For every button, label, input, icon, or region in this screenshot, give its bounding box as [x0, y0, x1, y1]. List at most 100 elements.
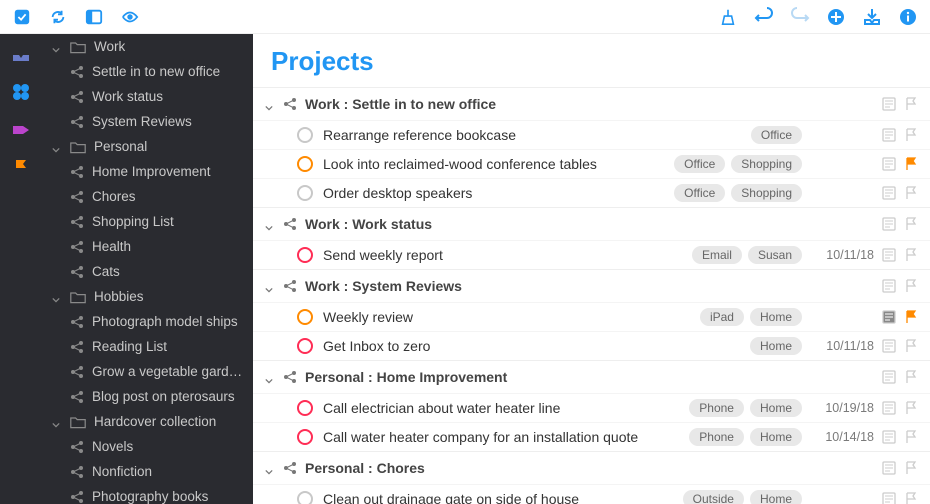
chevron-down-icon[interactable] — [52, 42, 62, 52]
sidebar-project[interactable]: System Reviews — [42, 109, 253, 134]
flag-icon[interactable] — [904, 248, 918, 262]
sidebar-project[interactable]: Chores — [42, 184, 253, 209]
chevron-down-icon[interactable] — [52, 292, 62, 302]
perspective-projects-icon[interactable] — [11, 82, 31, 102]
task-row[interactable]: Look into reclaimed-wood conference tabl… — [253, 149, 930, 178]
sidebar-project[interactable]: Health — [42, 234, 253, 259]
sidebar-project[interactable]: Home Improvement — [42, 159, 253, 184]
redo-icon[interactable] — [790, 7, 810, 27]
note-icon[interactable] — [882, 339, 896, 353]
flag-icon[interactable] — [904, 186, 918, 200]
tag-pill[interactable]: Email — [692, 246, 742, 264]
tag-pill[interactable]: Office — [674, 184, 725, 202]
tag-pill[interactable]: Home — [750, 490, 802, 504]
flag-icon[interactable] — [904, 492, 918, 504]
note-icon[interactable] — [882, 128, 896, 142]
cleanup-icon[interactable] — [718, 7, 738, 27]
task-row[interactable]: Call water heater company for an install… — [253, 422, 930, 451]
note-icon[interactable] — [882, 97, 896, 111]
group-header[interactable]: Work : System Reviews — [253, 270, 930, 302]
tag-pill[interactable]: Home — [750, 308, 802, 326]
chevron-down-icon[interactable] — [265, 219, 275, 229]
sidebar-folder[interactable]: Hardcover collection — [42, 409, 253, 434]
group-header[interactable]: Personal : Home Improvement — [253, 361, 930, 393]
task-status-circle[interactable] — [297, 185, 313, 201]
task-status-circle[interactable] — [297, 156, 313, 172]
sidebar-folder[interactable]: Hobbies — [42, 284, 253, 309]
flag-icon[interactable] — [904, 401, 918, 415]
group-header[interactable]: Work : Work status — [253, 208, 930, 240]
undo-icon[interactable] — [754, 7, 774, 27]
flag-icon[interactable] — [904, 128, 918, 142]
task-status-circle[interactable] — [297, 400, 313, 416]
sidebar-project[interactable]: Cats — [42, 259, 253, 284]
task-status-circle[interactable] — [297, 491, 313, 504]
note-icon[interactable] — [882, 157, 896, 171]
chevron-down-icon[interactable] — [265, 281, 275, 291]
tag-pill[interactable]: Shopping — [731, 155, 802, 173]
tag-pill[interactable]: Home — [750, 337, 802, 355]
sidebar-project[interactable]: Novels — [42, 434, 253, 459]
add-icon[interactable] — [826, 7, 846, 27]
tag-pill[interactable]: Outside — [683, 490, 744, 504]
chevron-down-icon[interactable] — [265, 463, 275, 473]
task-row[interactable]: Clean out drainage gate on side of house… — [253, 484, 930, 504]
task-row[interactable]: Order desktop speakersOfficeShopping — [253, 178, 930, 207]
note-icon[interactable] — [882, 430, 896, 444]
tag-pill[interactable]: Office — [751, 126, 802, 144]
note-icon[interactable] — [882, 217, 896, 231]
task-status-circle[interactable] — [297, 338, 313, 354]
chevron-down-icon[interactable] — [265, 99, 275, 109]
sidebar-project[interactable]: Shopping List — [42, 209, 253, 234]
sidebar-folder[interactable]: Work — [42, 34, 253, 59]
note-icon[interactable] — [882, 310, 896, 324]
task-row[interactable]: Send weekly reportEmailSusan10/11/18 — [253, 240, 930, 269]
note-icon[interactable] — [882, 370, 896, 384]
tag-pill[interactable]: Phone — [689, 399, 744, 417]
flag-icon[interactable] — [904, 310, 918, 324]
sidebar-toggle-icon[interactable] — [84, 7, 104, 27]
flag-icon[interactable] — [904, 157, 918, 171]
sidebar-project[interactable]: Grow a vegetable garden — [42, 359, 253, 384]
inbox-icon[interactable] — [862, 7, 882, 27]
flag-icon[interactable] — [904, 461, 918, 475]
chevron-down-icon[interactable] — [52, 142, 62, 152]
sidebar-folder[interactable]: Personal — [42, 134, 253, 159]
tag-pill[interactable]: Shopping — [731, 184, 802, 202]
note-icon[interactable] — [882, 279, 896, 293]
tag-pill[interactable]: Susan — [748, 246, 802, 264]
sidebar-project[interactable]: Reading List — [42, 334, 253, 359]
flag-icon[interactable] — [904, 217, 918, 231]
flag-icon[interactable] — [904, 370, 918, 384]
flag-icon[interactable] — [904, 339, 918, 353]
chevron-down-icon[interactable] — [52, 417, 62, 427]
task-row[interactable]: Rearrange reference bookcaseOffice — [253, 120, 930, 149]
task-status-circle[interactable] — [297, 429, 313, 445]
perspective-flagged-icon[interactable] — [11, 158, 31, 178]
sidebar-project[interactable]: Settle in to new office — [42, 59, 253, 84]
task-status-circle[interactable] — [297, 247, 313, 263]
note-icon[interactable] — [882, 248, 896, 262]
tag-pill[interactable]: Home — [750, 428, 802, 446]
chevron-down-icon[interactable] — [265, 372, 275, 382]
note-icon[interactable] — [882, 461, 896, 475]
sync-icon[interactable] — [48, 7, 68, 27]
sidebar-project[interactable]: Nonfiction — [42, 459, 253, 484]
task-status-circle[interactable] — [297, 127, 313, 143]
task-row[interactable]: Get Inbox to zeroHome10/11/18 — [253, 331, 930, 360]
task-row[interactable]: Call electrician about water heater line… — [253, 393, 930, 422]
perspective-inbox-icon[interactable] — [11, 44, 31, 64]
tag-pill[interactable]: iPad — [700, 308, 744, 326]
tag-pill[interactable]: Home — [750, 399, 802, 417]
flag-icon[interactable] — [904, 279, 918, 293]
sidebar-project[interactable]: Photography books — [42, 484, 253, 504]
task-status-circle[interactable] — [297, 309, 313, 325]
view-icon[interactable] — [120, 7, 140, 27]
flag-icon[interactable] — [904, 430, 918, 444]
group-header[interactable]: Personal : Chores — [253, 452, 930, 484]
sidebar-project[interactable]: Work status — [42, 84, 253, 109]
note-icon[interactable] — [882, 401, 896, 415]
note-icon[interactable] — [882, 186, 896, 200]
tag-pill[interactable]: Office — [674, 155, 725, 173]
tag-pill[interactable]: Phone — [689, 428, 744, 446]
